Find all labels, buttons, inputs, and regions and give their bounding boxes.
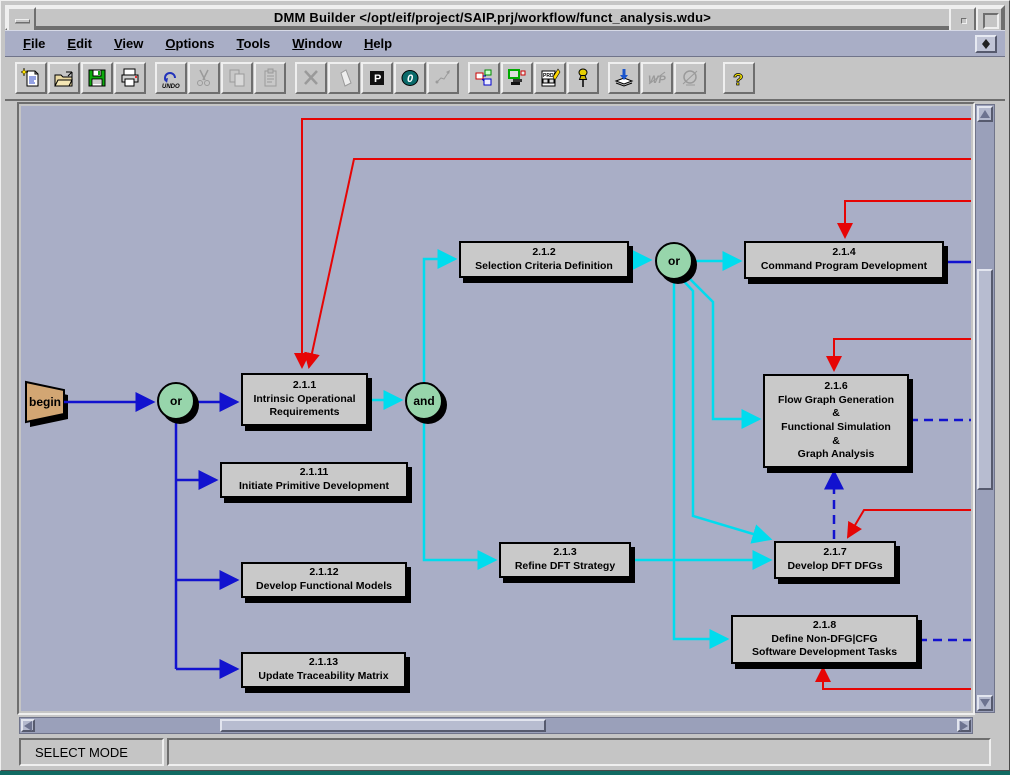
paste-icon [259, 67, 281, 89]
toolbar: UNDO P 0 PRDB WP ? [5, 57, 1005, 101]
diagram-icon [473, 67, 495, 89]
window-title: DMM Builder </opt/eif/project/SAIP.prj/w… [36, 7, 949, 28]
scroll-left-icon [24, 721, 32, 731]
save-icon [86, 67, 108, 89]
print-button[interactable] [114, 62, 146, 94]
maximize-icon [983, 13, 999, 29]
spin-down-icon [982, 44, 990, 49]
cyan-edges [368, 259, 770, 639]
save-button[interactable] [81, 62, 113, 94]
connector-tool-icon [432, 67, 454, 89]
minimize-icon [961, 18, 967, 24]
titlebar[interactable]: DMM Builder </opt/eif/project/SAIP.prj/w… [5, 5, 1005, 30]
help-icon: ? [728, 67, 750, 89]
object-button[interactable]: 0 [394, 62, 426, 94]
dial-button[interactable] [674, 62, 706, 94]
gateway-or-1[interactable]: or [157, 382, 195, 420]
menu-view[interactable]: View [108, 33, 149, 54]
menu-help[interactable]: Help [358, 33, 398, 54]
scroll-left-button[interactable] [21, 719, 35, 732]
prdb-button[interactable]: PRDB [534, 62, 566, 94]
horizontal-scrollbar[interactable] [19, 717, 973, 734]
open-button[interactable] [48, 62, 80, 94]
cut-icon [193, 67, 215, 89]
task-node-2-1-6[interactable]: 2.1.6 Flow Graph Generation & Functional… [763, 374, 909, 468]
menu-tools[interactable]: Tools [231, 33, 277, 54]
shape-tool-icon [333, 67, 355, 89]
pushpin-button[interactable] [567, 62, 599, 94]
scroll-down-icon [980, 699, 990, 707]
svg-text:?: ? [733, 70, 743, 89]
import-icon [613, 67, 635, 89]
workflow-canvas[interactable]: begin or and or 2.1.1 Intrinsic Operatio… [21, 106, 971, 711]
wp-icon: WP [646, 67, 668, 89]
open-icon [53, 67, 75, 89]
object-icon: 0 [399, 67, 421, 89]
wp-button[interactable]: WP [641, 62, 673, 94]
task-node-2-1-11[interactable]: 2.1.11 Initiate Primitive Development [220, 462, 408, 498]
maximize-button[interactable] [976, 7, 1003, 32]
svg-text:WP: WP [648, 74, 666, 86]
new-document-button[interactable] [15, 62, 47, 94]
canvas-frame: begin or and or 2.1.1 Intrinsic Operatio… [17, 102, 975, 715]
task-node-2-1-1[interactable]: 2.1.1 Intrinsic Operational Requirements [241, 373, 368, 426]
window-stack-button[interactable] [501, 62, 533, 94]
task-node-2-1-13[interactable]: 2.1.13 Update Traceability Matrix [241, 652, 406, 688]
menubar: File Edit View Options Tools Window Help [5, 30, 1005, 57]
paste-button[interactable] [254, 62, 286, 94]
cut-button[interactable] [188, 62, 220, 94]
task-node-2-1-7[interactable]: 2.1.7 Develop DFT DFGs [774, 541, 896, 579]
begin-node[interactable]: begin [26, 387, 64, 417]
horizontal-scroll-thumb[interactable] [220, 719, 546, 732]
svg-text:UNDO: UNDO [162, 84, 180, 89]
minimize-button[interactable] [949, 7, 976, 32]
svg-text:P: P [374, 73, 381, 85]
scroll-right-icon [960, 721, 968, 731]
window-menu-dash-icon [15, 19, 30, 23]
menu-options[interactable]: Options [159, 33, 220, 54]
help-button[interactable]: ? [723, 62, 755, 94]
task-node-2-1-2[interactable]: 2.1.2 Selection Criteria Definition [459, 241, 629, 278]
menu-window[interactable]: Window [286, 33, 348, 54]
scroll-up-button[interactable] [977, 106, 993, 122]
process-icon: P [366, 67, 388, 89]
scroll-right-button[interactable] [957, 719, 971, 732]
task-node-2-1-12[interactable]: 2.1.12 Develop Functional Models [241, 562, 407, 598]
menu-edit[interactable]: Edit [61, 33, 98, 54]
vertical-scrollbar[interactable] [975, 104, 995, 713]
undo-icon: UNDO [160, 67, 182, 89]
statusbar: SELECT MODE [5, 736, 1005, 768]
shape-tool-button[interactable] [328, 62, 360, 94]
window-menu-button[interactable] [7, 7, 36, 32]
delete-icon [300, 67, 322, 89]
print-icon [119, 67, 141, 89]
task-node-2-1-8[interactable]: 2.1.8 Define Non-DFG|CFG Software Develo… [731, 615, 918, 664]
scroll-up-icon [980, 110, 990, 118]
gateway-and[interactable]: and [405, 382, 443, 420]
scroll-down-button[interactable] [977, 695, 993, 711]
window-stack-icon [506, 67, 528, 89]
mode-indicator: SELECT MODE [19, 738, 164, 766]
new-document-icon [20, 67, 42, 89]
copy-button[interactable] [221, 62, 253, 94]
dial-icon [679, 67, 701, 89]
prdb-icon: PRDB [539, 67, 561, 89]
menu-file[interactable]: File [17, 33, 51, 54]
task-node-2-1-4[interactable]: 2.1.4 Command Program Development [744, 241, 944, 279]
process-button[interactable]: P [361, 62, 393, 94]
dmm-builder-window: DMM Builder </opt/eif/project/SAIP.prj/w… [0, 0, 1010, 771]
vertical-scroll-thumb[interactable] [977, 269, 993, 490]
import-button[interactable] [608, 62, 640, 94]
undo-button[interactable]: UNDO [155, 62, 187, 94]
status-message-panel [167, 738, 991, 766]
delete-button[interactable] [295, 62, 327, 94]
diagram-button[interactable] [468, 62, 500, 94]
gateway-or-2[interactable]: or [655, 242, 693, 280]
copy-icon [226, 67, 248, 89]
connector-tool-button[interactable] [427, 62, 459, 94]
svg-text:0: 0 [407, 73, 414, 85]
menubar-spin-widget[interactable] [975, 35, 997, 53]
pushpin-icon [572, 67, 594, 89]
task-node-2-1-3[interactable]: 2.1.3 Refine DFT Strategy [499, 542, 631, 578]
